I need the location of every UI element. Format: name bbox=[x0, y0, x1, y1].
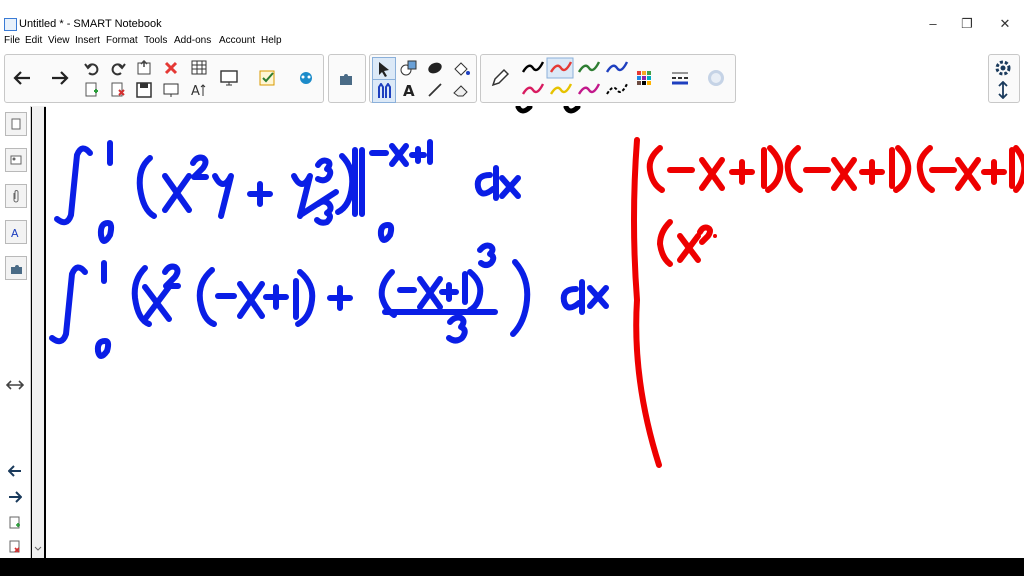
toolbar-group-tools: A bbox=[369, 54, 477, 103]
toolbar: A A bbox=[0, 50, 1024, 107]
menu-account[interactable]: Account bbox=[219, 35, 255, 46]
paint-bucket-icon[interactable] bbox=[450, 57, 472, 79]
redo-icon[interactable] bbox=[107, 57, 129, 79]
toolbar-group-pen-properties bbox=[480, 54, 736, 103]
text-tool-icon[interactable]: A bbox=[398, 79, 420, 101]
forward-icon[interactable] bbox=[49, 67, 71, 89]
delete-icon[interactable] bbox=[160, 57, 182, 79]
display-icon[interactable] bbox=[219, 67, 241, 89]
response-icon[interactable] bbox=[257, 67, 279, 89]
delete-page-small-icon[interactable] bbox=[4, 536, 26, 558]
gear-icon[interactable] bbox=[992, 57, 1014, 79]
handwritten-math bbox=[49, 106, 1024, 468]
menu-view[interactable]: View bbox=[48, 35, 70, 46]
screen-shade-icon[interactable] bbox=[160, 79, 182, 101]
toolbar-group-settings bbox=[988, 54, 1020, 103]
close-button[interactable]: ✕ bbox=[990, 14, 1020, 34]
pen-swatch-1[interactable] bbox=[521, 61, 545, 73]
gallery-tab-icon[interactable] bbox=[5, 148, 27, 172]
ink-line-1 bbox=[54, 139, 521, 244]
minimize-button[interactable]: – bbox=[918, 14, 948, 34]
effects-icon[interactable] bbox=[705, 67, 727, 89]
svg-text:A: A bbox=[403, 82, 415, 98]
menu-file[interactable]: File bbox=[4, 35, 20, 46]
menu-edit[interactable]: Edit bbox=[25, 35, 42, 46]
smart-notebook-icon bbox=[4, 18, 17, 31]
pen-swatch-8[interactable] bbox=[606, 83, 628, 95]
svg-text:A: A bbox=[11, 227, 19, 239]
pen-swatch-3[interactable] bbox=[577, 61, 601, 73]
undo-icon[interactable] bbox=[81, 57, 103, 79]
next-page-icon[interactable] bbox=[4, 486, 26, 508]
fill-icon[interactable] bbox=[424, 57, 446, 79]
shapes-icon[interactable] bbox=[398, 57, 420, 79]
previous-page-icon[interactable] bbox=[4, 460, 26, 482]
back-icon[interactable] bbox=[11, 67, 33, 89]
save-icon[interactable] bbox=[133, 79, 155, 101]
add-ons-tab-icon[interactable] bbox=[5, 256, 27, 280]
pencil-icon[interactable] bbox=[489, 67, 511, 89]
pen-swatch-5[interactable] bbox=[521, 83, 545, 95]
title-bar: Untitled * - SMART Notebook – ❐ ✕ bbox=[0, 0, 1024, 34]
side-tabs: A bbox=[0, 106, 31, 558]
menu-insert[interactable]: Insert bbox=[75, 35, 100, 46]
color-palette-icon[interactable] bbox=[633, 67, 655, 89]
ink-cursor-dot bbox=[713, 234, 717, 238]
menu-add-ons[interactable]: Add-ons bbox=[174, 35, 211, 46]
menu-bar: File Edit View Insert Format Tools Add-o… bbox=[0, 34, 1024, 50]
line-style-icon[interactable] bbox=[669, 67, 691, 89]
restore-button[interactable]: ❐ bbox=[952, 14, 982, 34]
svg-text:A: A bbox=[191, 84, 200, 98]
open-file-icon[interactable] bbox=[133, 57, 155, 79]
pens-icon[interactable] bbox=[372, 79, 396, 103]
pen-swatch-4[interactable] bbox=[605, 61, 629, 73]
pen-color-swatches bbox=[521, 57, 629, 95]
move-toolbar-icon[interactable] bbox=[992, 79, 1014, 101]
add-page-small-icon[interactable] bbox=[4, 512, 26, 534]
properties-tab-icon[interactable]: A bbox=[5, 220, 27, 244]
menu-format[interactable]: Format bbox=[106, 35, 138, 46]
notebook-page-canvas[interactable] bbox=[46, 106, 1024, 558]
toolbar-group-lab bbox=[328, 54, 366, 103]
table-icon[interactable] bbox=[188, 57, 210, 79]
vertical-scrollbar[interactable] bbox=[32, 106, 44, 558]
eraser-icon[interactable] bbox=[450, 79, 472, 101]
menu-help[interactable]: Help bbox=[261, 35, 282, 46]
ink-line-2 bbox=[49, 242, 609, 359]
page-sorter-tab-icon[interactable] bbox=[5, 112, 27, 136]
window-title: Untitled * - SMART Notebook bbox=[19, 18, 162, 30]
puzzle-icon[interactable] bbox=[336, 67, 358, 89]
menu-tools[interactable]: Tools bbox=[144, 35, 167, 46]
attachments-tab-icon[interactable] bbox=[5, 184, 27, 208]
text-format-icon[interactable]: A bbox=[188, 79, 210, 101]
line-tool-icon[interactable] bbox=[424, 79, 446, 101]
add-page-icon[interactable] bbox=[81, 79, 103, 101]
select-icon[interactable] bbox=[372, 57, 396, 81]
pen-swatch-6[interactable] bbox=[549, 83, 573, 95]
bottom-bar bbox=[0, 558, 1024, 576]
resize-sidebar-icon[interactable] bbox=[4, 374, 26, 396]
pen-swatch-7[interactable] bbox=[577, 83, 601, 95]
toolbar-group-page: A bbox=[4, 54, 324, 103]
add-ons-icon[interactable] bbox=[295, 67, 317, 89]
ink-partial-top bbox=[515, 106, 581, 114]
ink-red-work bbox=[631, 137, 1024, 468]
pen-swatch-2[interactable] bbox=[546, 57, 574, 79]
delete-page-icon[interactable] bbox=[107, 79, 129, 101]
